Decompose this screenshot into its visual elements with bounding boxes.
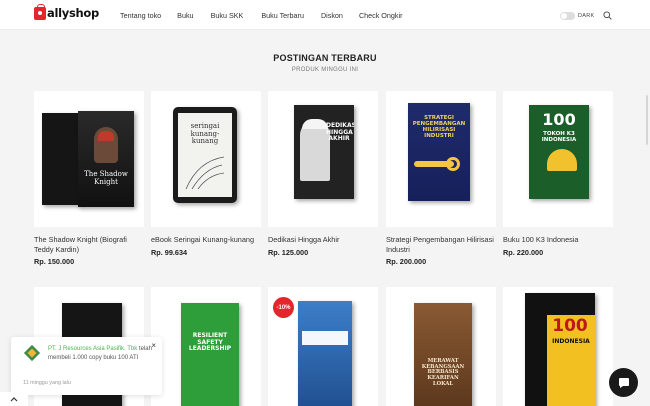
book-cover-image: 100 TOKOH K3 INDONESIA [529, 105, 589, 199]
purchase-notification: PT. J Resources Asia Pasifik. Tbk telah … [11, 337, 162, 395]
logo[interactable]: allyshop [34, 3, 99, 20]
site-header: allyshop Tentang toko Buku Buku SKK Buku… [0, 0, 650, 30]
product-cover[interactable]: 100 TOKOH K3 INDONESIA [503, 91, 613, 227]
product-card[interactable]: 100 TOKOH K3 INDONESIA Buku 100 K3 Indon… [503, 91, 613, 257]
tablet-image: seringai kunang-kunang [173, 107, 237, 203]
dark-mode-label: DARK [578, 13, 595, 19]
chat-button[interactable] [609, 368, 638, 397]
product-cover[interactable]: STRATEGI PENGEMBANGAN HILIRISASI INDUSTR… [386, 91, 496, 227]
logo-text: allyshop [47, 6, 99, 20]
scrollbar-thumb[interactable] [646, 95, 648, 145]
book-title-text: MERAWAT KEBANGSAAN BERBASIS KEARIFAN LOK… [421, 358, 465, 387]
company-logo-icon [23, 344, 41, 362]
book-cover-image: The Shadow Knight [78, 111, 134, 207]
book-cover-image: 100 INDONESIA [525, 293, 595, 406]
book-number-text: 100 [552, 316, 588, 336]
nav-diskon[interactable]: Diskon [321, 11, 343, 20]
nav-buku-skk[interactable]: Buku SKK [211, 11, 244, 20]
product-title[interactable]: eBook Seringai Kunang-kunang [151, 235, 261, 245]
product-price: Rp. 150.000 [34, 257, 75, 267]
close-icon[interactable]: × [151, 342, 156, 350]
product-card[interactable]: STRATEGI PENGEMBANGAN HILIRISASI INDUSTR… [386, 91, 496, 266]
book-cover-image: MERAWAT KEBANGSAAN BERBASIS KEARIFAN LOK… [414, 303, 472, 406]
product-card[interactable]: 100 INDONESIA [503, 287, 613, 406]
book-cover-image [298, 301, 352, 406]
book-title-text: RESILIENT SAFETY LEADERSHIP [188, 332, 232, 353]
nav-buku[interactable]: Buku [177, 11, 193, 20]
product-card[interactable]: The Shadow Knight The Shadow Knight (Bio… [34, 91, 144, 266]
book-title-text: INDONESIA [552, 338, 590, 345]
book-title-text: seringai kunang-kunang [190, 122, 220, 146]
notification-time: 11 minggu yang lalu [23, 380, 71, 386]
nav-check-ongkir[interactable]: Check Ongkir [359, 11, 403, 20]
discount-badge: -10% [273, 297, 294, 318]
product-price: Rp. 99.634 [151, 247, 188, 257]
product-card[interactable]: RESILIENT SAFETY LEADERSHIP [151, 287, 261, 406]
notification-text: PT. J Resources Asia Pasifik. Tbk telah … [48, 345, 152, 363]
book-back [42, 113, 80, 205]
product-price: Rp. 200.000 [386, 257, 427, 267]
product-price: Rp. 220.000 [503, 247, 544, 257]
product-card[interactable]: DEDIKASI HINGGA AKHIR Dedikasi Hingga Ak… [268, 91, 378, 257]
chat-icon [618, 377, 629, 388]
shopping-bag-icon [34, 3, 46, 20]
product-cover[interactable]: MERAWAT KEBANGSAAN BERBASIS KEARIFAN LOK… [386, 287, 496, 406]
book-cover-image: STRATEGI PENGEMBANGAN HILIRISASI INDUSTR… [408, 103, 470, 201]
book-number-text: 100 [542, 110, 576, 129]
product-card[interactable]: -10% [268, 287, 378, 406]
product-cover[interactable]: 100 INDONESIA [503, 287, 613, 406]
product-price: Rp. 125.000 [268, 247, 309, 257]
product-card[interactable]: MERAWAT KEBANGSAAN BERBASIS KEARIFAN LOK… [386, 287, 496, 406]
dark-mode-toggle[interactable] [560, 12, 575, 20]
product-title[interactable]: Dedikasi Hingga Akhir [268, 235, 378, 245]
book-title-text: STRATEGI PENGEMBANGAN HILIRISASI INDUSTR… [412, 115, 466, 140]
book-title-text: TOKOH K3 INDONESIA [541, 131, 577, 144]
notification-company[interactable]: PT. J Resources Asia Pasifik. Tbk [48, 346, 137, 352]
chevron-up-icon [10, 397, 18, 402]
book-title-text: The Shadow Knight [84, 170, 128, 186]
nav-buku-terbaru[interactable]: Buku Terbaru [261, 11, 304, 20]
book-cover-image: DEDIKASI HINGGA AKHIR [294, 105, 354, 199]
nav-tentang-toko[interactable]: Tentang toko [120, 11, 161, 20]
product-title[interactable]: Buku 100 K3 Indonesia [503, 235, 613, 245]
scroll-top-button[interactable] [0, 392, 28, 406]
product-title[interactable]: The Shadow Knight (Biografi Teddy Kardin… [34, 235, 144, 254]
product-title[interactable]: Strategi Pengembangan Hilirisasi Industr… [386, 235, 496, 254]
book-title-text: DEDIKASI HINGGA AKHIR [326, 122, 354, 143]
product-card[interactable]: seringai kunang-kunang eBook Seringai Ku… [151, 91, 261, 257]
search-icon[interactable] [603, 11, 612, 20]
product-cover[interactable]: The Shadow Knight [34, 91, 144, 227]
section-subtitle: PRODUK MINGGU INI [291, 67, 359, 73]
product-cover[interactable]: seringai kunang-kunang [151, 91, 261, 227]
product-cover[interactable]: DEDIKASI HINGGA AKHIR [268, 91, 378, 227]
book-cover-image: RESILIENT SAFETY LEADERSHIP [181, 303, 239, 406]
section-title: POSTINGAN TERBARU [273, 53, 377, 63]
product-cover[interactable]: -10% [268, 287, 378, 406]
main-nav: Tentang toko Buku Buku SKK Buku Terbaru … [120, 11, 427, 20]
product-cover[interactable]: RESILIENT SAFETY LEADERSHIP [151, 287, 261, 406]
